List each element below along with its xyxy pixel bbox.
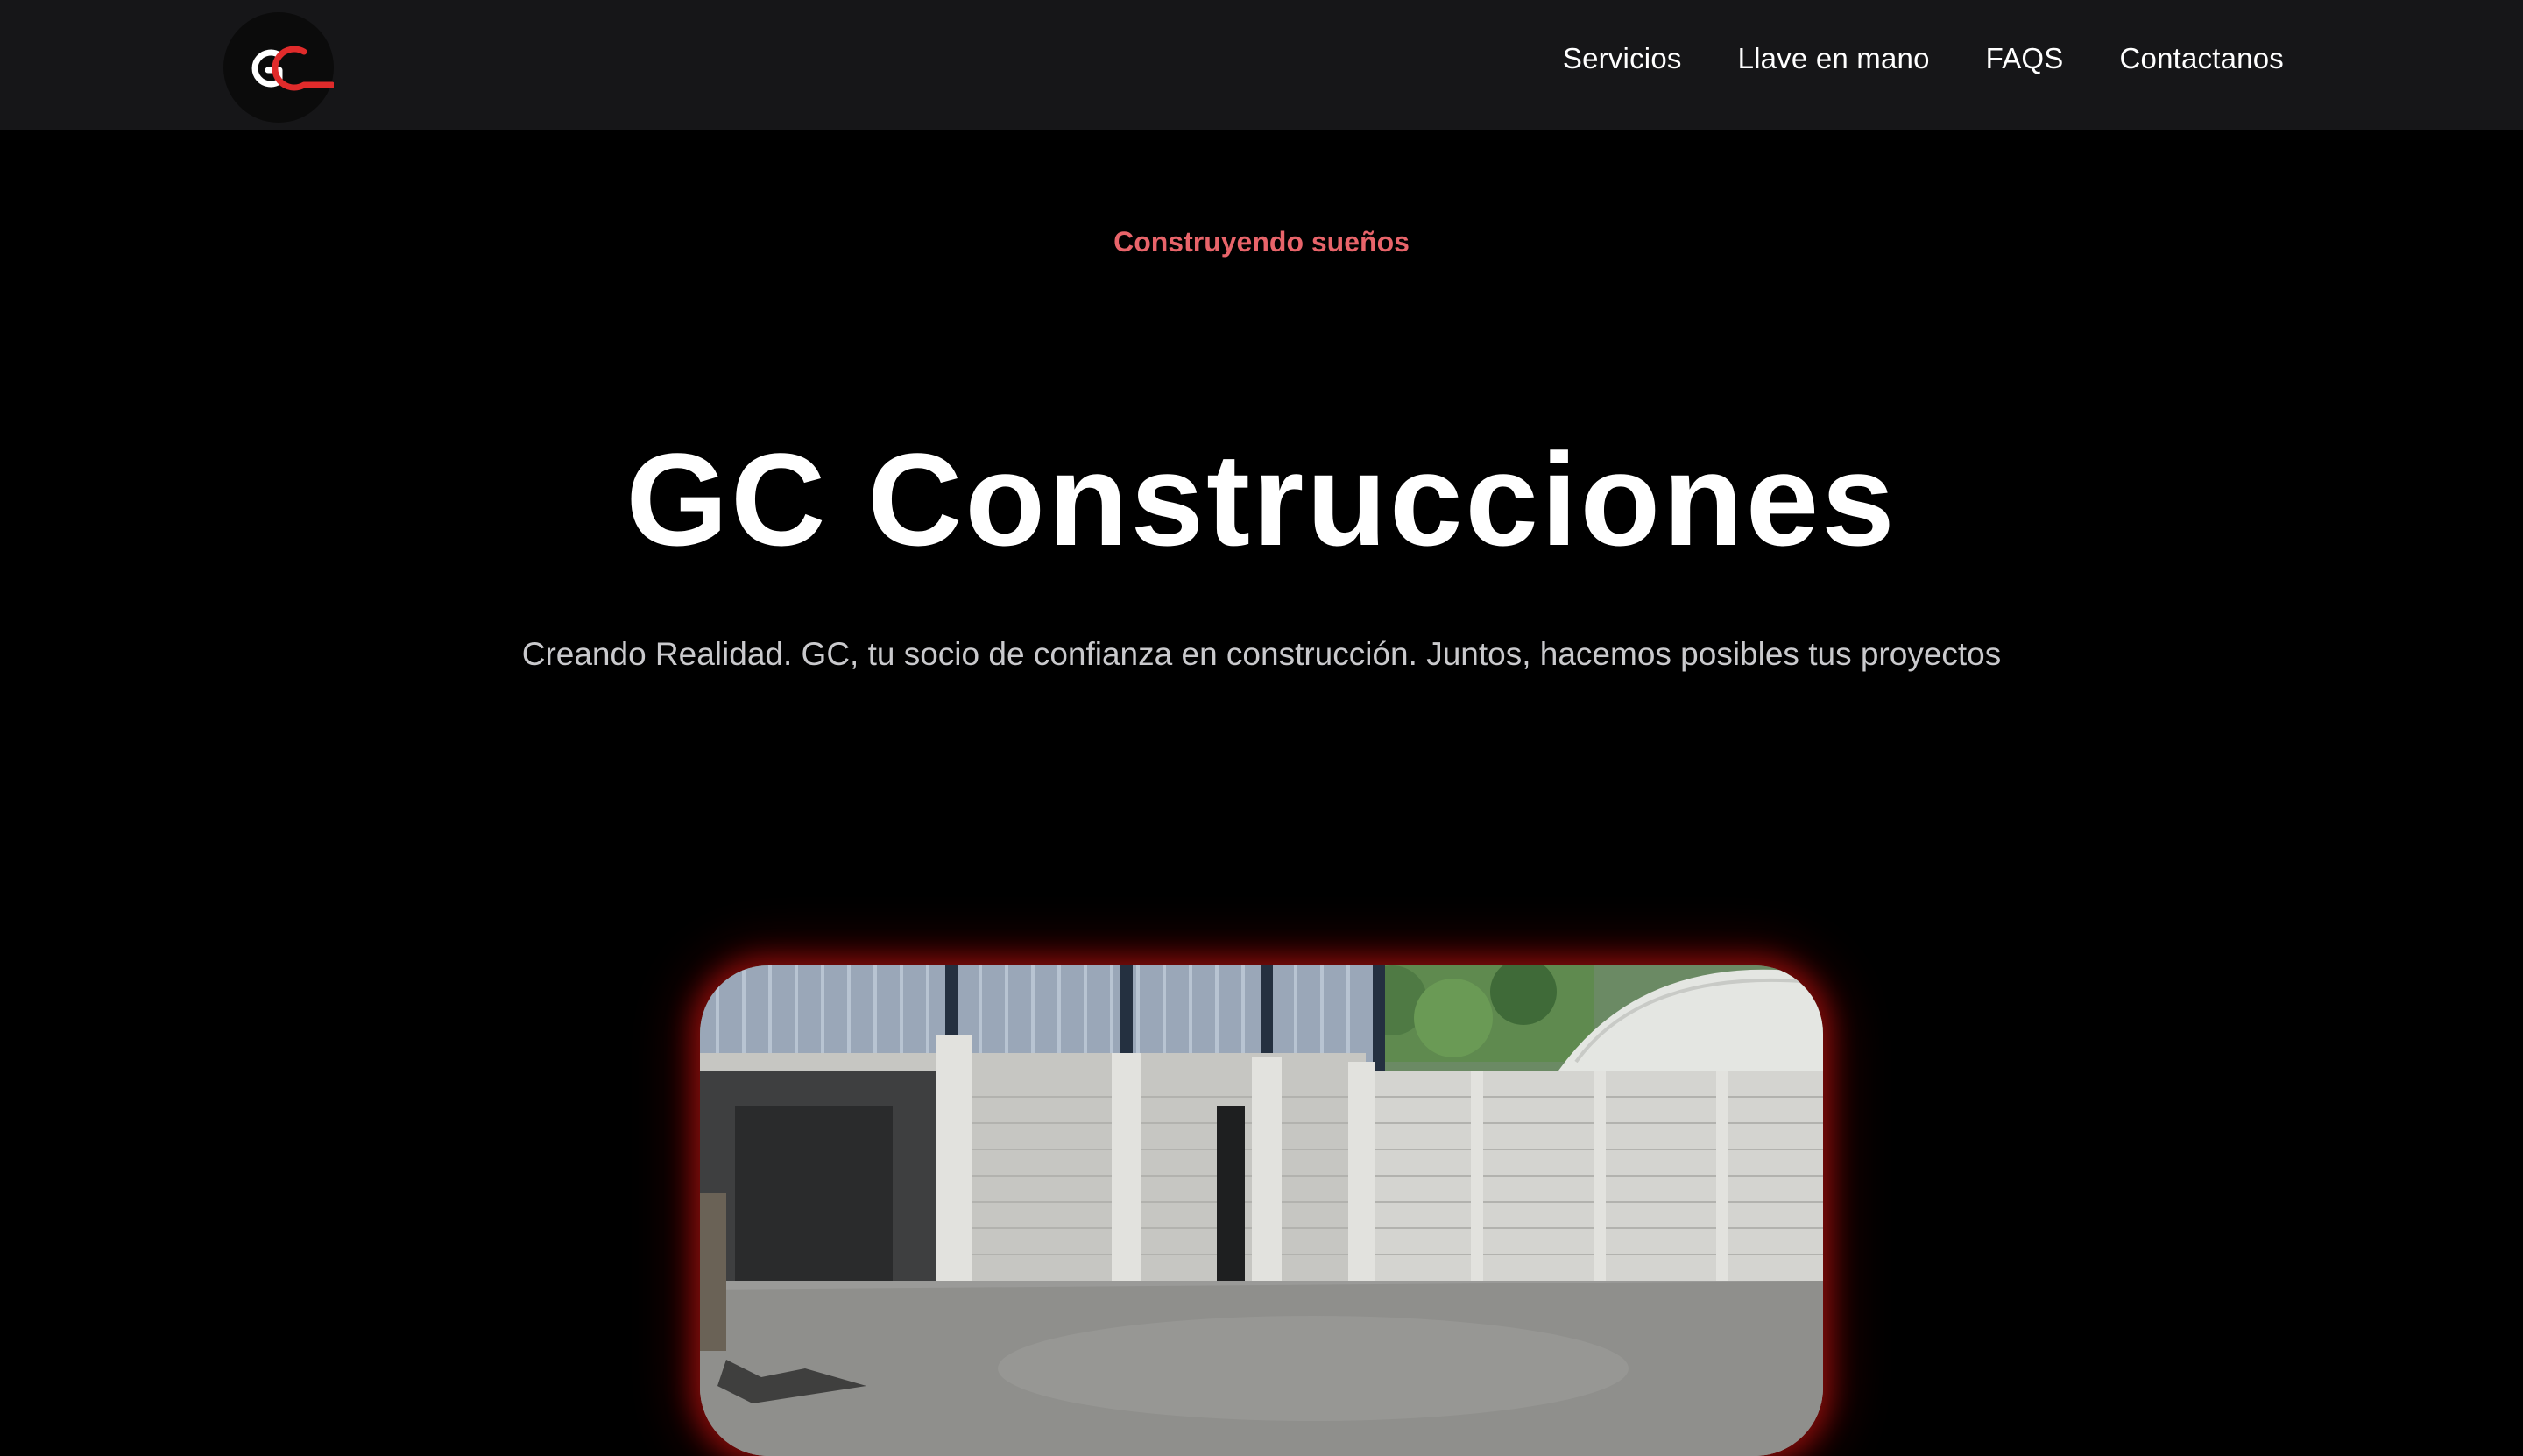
nav-link-servicios[interactable]: Servicios: [1563, 42, 1682, 75]
nav-link-faqs[interactable]: FAQS: [1986, 42, 2064, 75]
construction-site-video: [700, 965, 1823, 1456]
hero-subtitle: Creando Realidad. GC, tu socio de confia…: [521, 636, 2002, 672]
gc-logo[interactable]: [223, 12, 334, 123]
hero-video[interactable]: [700, 965, 1823, 1456]
hero-title: GC Construcciones: [625, 426, 1898, 573]
nav-link-contactanos[interactable]: Contactanos: [2120, 42, 2285, 75]
main-navigation: Servicios Llave en mano FAQS Contactanos: [1563, 0, 2284, 117]
hero-eyebrow: Construyendo sueños: [1113, 226, 1410, 258]
top-navbar: Servicios Llave en mano FAQS Contactanos: [0, 0, 2523, 130]
nav-link-llave-en-mano[interactable]: Llave en mano: [1738, 42, 1930, 75]
gc-logo-icon: [251, 46, 334, 91]
